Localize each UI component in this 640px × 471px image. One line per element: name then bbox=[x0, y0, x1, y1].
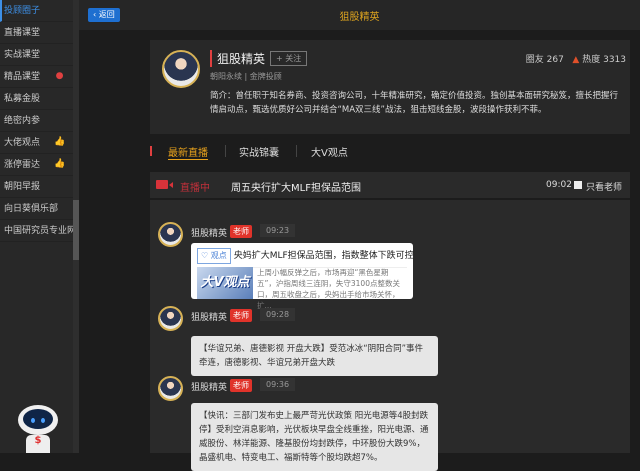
sidebar-item-label: 投顾圈子 bbox=[4, 6, 41, 16]
divider bbox=[296, 145, 297, 157]
article-desc: 上周小幅反弹之后，市场再迎“黑色星期五”，沪指周线三连阴，失守3100点整数关口… bbox=[257, 268, 400, 310]
live-topic: 周五央行扩大MLF担保品范围 bbox=[231, 183, 361, 194]
message-author: 狙股精英 bbox=[191, 229, 228, 239]
scrollbar-thumb[interactable] bbox=[73, 200, 79, 260]
article-title: 央妈扩大MLF担保品范围，指数整体下跌可控 bbox=[233, 251, 414, 261]
sidebar-item-label: 精品课堂 bbox=[4, 72, 41, 82]
sidebar: 投顾圈子 直播课堂 实战课堂 精品课堂 ● 私募金股 绝密内参 大佬观点 👍 涨停雷… bbox=[0, 0, 73, 453]
list-item: 狙股精英 老师 09:23 ♡ 观点 央妈扩大MLF担保品范围，指数整体下跌可控 … bbox=[158, 222, 618, 310]
sidebar-item-premium-class[interactable]: 精品课堂 ● bbox=[0, 66, 73, 88]
sidebar-item-label: 实战课堂 bbox=[4, 50, 41, 60]
avatar bbox=[158, 306, 183, 331]
teacher-badge: 老师 bbox=[230, 379, 252, 392]
sidebar-item-label: 私募金股 bbox=[4, 94, 41, 104]
sidebar-item-limit-radar[interactable]: 涨停雷达 👍 bbox=[0, 154, 73, 176]
tab-marker bbox=[150, 146, 152, 156]
sidebar-item-label: 绝密内参 bbox=[4, 116, 41, 126]
heat-label: 热度 bbox=[582, 55, 601, 65]
only-teacher-label[interactable]: 只看老师 bbox=[586, 180, 622, 193]
message-time: 09:23 bbox=[260, 224, 296, 237]
sidebar-item-private-stocks[interactable]: 私募金股 bbox=[0, 88, 73, 110]
message-author: 狙股精英 bbox=[191, 383, 228, 393]
fire-icon: ● bbox=[55, 71, 64, 81]
tab-bigv-views[interactable]: 大V观点 bbox=[311, 144, 348, 159]
page-title: 狙股精英 bbox=[339, 12, 380, 23]
teacher-badge: 老师 bbox=[230, 225, 252, 238]
profile-header: 狙股精英 + 关注 朝阳永续 | 金牌投顾 圈友 267 ▲ 热度 3313 简… bbox=[150, 40, 630, 134]
tab-bar: 最新直播 实战锦囊 大V观点 bbox=[150, 138, 630, 166]
sidebar-item-tougu-quanzi[interactable]: 投顾圈子 bbox=[0, 0, 73, 22]
thumbs-up-icon: 👍 bbox=[54, 137, 66, 147]
live-time: 09:02 bbox=[546, 180, 572, 190]
live-status: 直播中 bbox=[180, 183, 210, 194]
avatar bbox=[162, 50, 200, 88]
sidebar-item-researcher-net[interactable]: 中国研究员专业网 bbox=[0, 220, 73, 242]
sidebar-item-sunflower-club[interactable]: 向日葵俱乐部 bbox=[0, 198, 73, 220]
follow-button[interactable]: + 关注 bbox=[270, 51, 308, 66]
sidebar-item-live-class[interactable]: 直播课堂 bbox=[0, 22, 73, 44]
teacher-badge: 老师 bbox=[230, 309, 252, 322]
live-bar: 直播中 周五央行扩大MLF担保品范围 09:02 只看老师 bbox=[150, 172, 630, 198]
list-item: 狙股精英 老师 09:36 【快讯：三部门发布史上最严苛光伏政策 阳光电源等4股… bbox=[158, 376, 618, 471]
divider bbox=[225, 145, 226, 157]
sidebar-item-morning-report[interactable]: 朝阳早报 bbox=[0, 176, 73, 198]
sidebar-item-label: 大佬观点 bbox=[4, 138, 41, 148]
sidebar-item-label: 涨停雷达 bbox=[4, 160, 41, 170]
message-bubble: 【华谊兄弟、唐德影视 开盘大跌】受范冰冰“阴阳合同”事件牵连，唐德影视、华谊兄弟… bbox=[191, 336, 438, 376]
sidebar-item-secret-ref[interactable]: 绝密内参 bbox=[0, 110, 73, 132]
thumbs-up-icon: 👍 bbox=[54, 159, 66, 169]
message-author: 狙股精英 bbox=[191, 313, 228, 323]
top-bar: ‹ 返回 狙股精英 bbox=[79, 0, 640, 30]
sidebar-item-label: 向日葵俱乐部 bbox=[4, 204, 59, 214]
avatar bbox=[158, 222, 183, 247]
sidebar-item-label: 朝阳早报 bbox=[4, 182, 41, 192]
tab-latest-live[interactable]: 最新直播 bbox=[168, 144, 208, 160]
sidebar-item-label: 直播课堂 bbox=[4, 28, 41, 38]
fans-label: 圈友 bbox=[525, 55, 544, 65]
view-tag: ♡ 观点 bbox=[197, 248, 231, 264]
robot-mascot-icon[interactable]: $ bbox=[18, 405, 58, 453]
profile-subtitle: 朝阳永续 | 金牌投顾 bbox=[210, 72, 282, 81]
message-time: 09:36 bbox=[260, 378, 296, 391]
sidebar-item-combat-class[interactable]: 实战课堂 bbox=[0, 44, 73, 66]
fans-count: 267 bbox=[546, 55, 564, 65]
sidebar-item-expert-views[interactable]: 大佬观点 👍 bbox=[0, 132, 73, 154]
heat-count: 3313 bbox=[603, 55, 626, 65]
article-card[interactable]: ♡ 观点 央妈扩大MLF担保品范围，指数整体下跌可控 大V观点 上周小幅反弹之后，… bbox=[191, 243, 414, 310]
main-card: 狙股精英 + 关注 朝阳永续 | 金牌投顾 圈友 267 ▲ 热度 3313 简… bbox=[150, 40, 630, 471]
profile-intro: 简介：曾任职于知名券商、投资咨询公司，十年精准研究，确定价值投资。独创基本面研究… bbox=[210, 91, 619, 115]
sidebar-item-label: 中国研究员专业网 bbox=[4, 226, 73, 236]
profile-stats: 圈友 267 ▲ 热度 3313 bbox=[526, 52, 626, 65]
profile-name: 狙股精英 bbox=[210, 50, 265, 67]
message-bubble: 【快讯：三部门发布史上最严苛光伏政策 阳光电源等4股封跌停】受利空消息影响，光伏… bbox=[191, 403, 438, 471]
list-item: 狙股精英 老师 09:28 【华谊兄弟、唐德影视 开盘大跌】受范冰冰“阴阳合同”… bbox=[158, 306, 618, 376]
article-thumbnail: 大V观点 bbox=[197, 267, 253, 299]
fire-icon: ▲ bbox=[572, 55, 580, 65]
avatar bbox=[158, 376, 183, 401]
only-teacher-checkbox[interactable] bbox=[574, 181, 582, 189]
message-time: 09:28 bbox=[260, 308, 296, 321]
video-camera-icon bbox=[156, 180, 173, 189]
tab-combat-tips[interactable]: 实战锦囊 bbox=[239, 144, 279, 159]
message-list: 狙股精英 老师 09:23 ♡ 观点 央妈扩大MLF担保品范围，指数整体下跌可控 … bbox=[150, 200, 630, 471]
